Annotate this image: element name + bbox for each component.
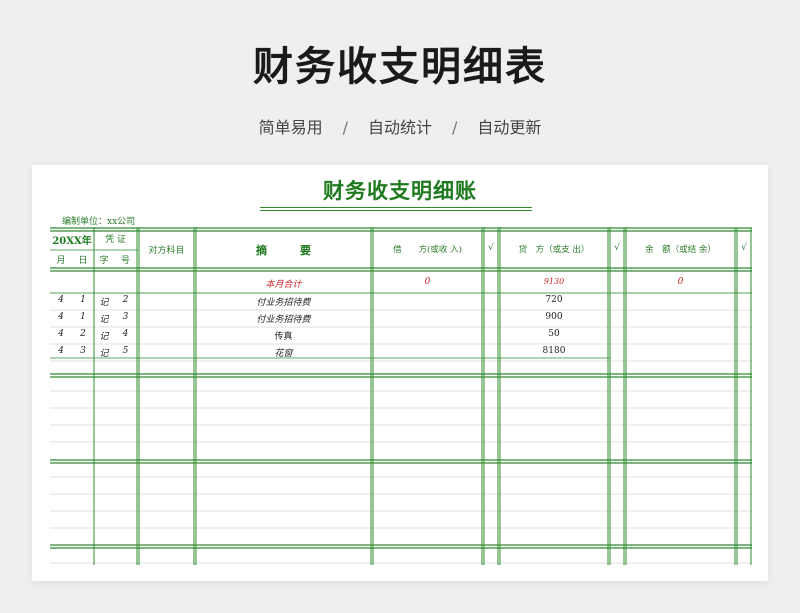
row-month: 4 (58, 295, 64, 305)
header-credit: 贷 方（或支 出） (518, 245, 590, 255)
ledger-grid (50, 227, 752, 565)
header-day: 日 (78, 256, 88, 266)
row-zi: 记 (99, 298, 109, 308)
row-credit: 900 (545, 312, 563, 322)
feature-easy: 简单易用 (258, 118, 323, 137)
header-hao: 号 (120, 256, 130, 266)
row-credit: 8180 (542, 346, 566, 356)
row-summary: 花窗 (274, 349, 293, 359)
row-zi: 记 (99, 349, 109, 359)
page-title: 财务收支明细表 (253, 44, 547, 90)
row-zi: 记 (99, 315, 109, 325)
row-month: 4 (58, 329, 64, 339)
row-summary: 传真 (274, 332, 293, 342)
group-lines (50, 373, 752, 549)
header-check: √ (614, 243, 620, 253)
total-balance: 0 (677, 277, 684, 287)
row-zi: 记 (99, 332, 109, 342)
row-lines (50, 292, 752, 564)
separator: / (452, 118, 458, 137)
feature-auto-stats: 自动统计 (367, 118, 432, 137)
row-summary: 付业务招待费 (256, 298, 311, 308)
header-month: 月 (56, 256, 66, 266)
row-credit: 720 (545, 295, 563, 305)
header-summary: 摘 要 (256, 244, 311, 257)
header-year: 20XX年 (52, 236, 92, 247)
header-check: √ (741, 243, 747, 253)
total-debit: 0 (424, 277, 431, 287)
row-day: 3 (80, 346, 86, 356)
feature-tagline: 简单易用 / 自动统计 / 自动更新 (0, 114, 800, 138)
feature-auto-update: 自动更新 (477, 118, 542, 137)
row-day: 1 (80, 295, 86, 305)
header-zi: 字 (99, 256, 109, 266)
row-summary: 付业务招待费 (256, 315, 311, 325)
row-day: 2 (80, 329, 86, 339)
header-debit: 借 方(或收 入) (393, 245, 462, 255)
row-month: 4 (58, 312, 64, 322)
header-check: √ (488, 243, 494, 253)
row-hao: 3 (122, 312, 129, 322)
header-balance: 余 额（或结 余） (645, 245, 716, 255)
row-credit: 50 (548, 329, 560, 339)
header-counterpart: 对方科目 (148, 246, 185, 256)
total-summary: 本月合计 (265, 280, 302, 290)
row-month: 4 (58, 346, 64, 356)
total-credit: 9130 (543, 277, 565, 286)
header-voucher: 凭 证 (105, 235, 126, 245)
row-hao: 5 (122, 346, 129, 356)
row-hao: 2 (122, 295, 129, 305)
separator: / (342, 118, 348, 137)
ledger-sheet: 财务收支明细账 编制单位：xx公司 20XX年 凭 证 月 日 字 号 对方科目… (32, 165, 768, 581)
row-day: 1 (80, 312, 86, 322)
row-hao: 4 (122, 329, 129, 339)
